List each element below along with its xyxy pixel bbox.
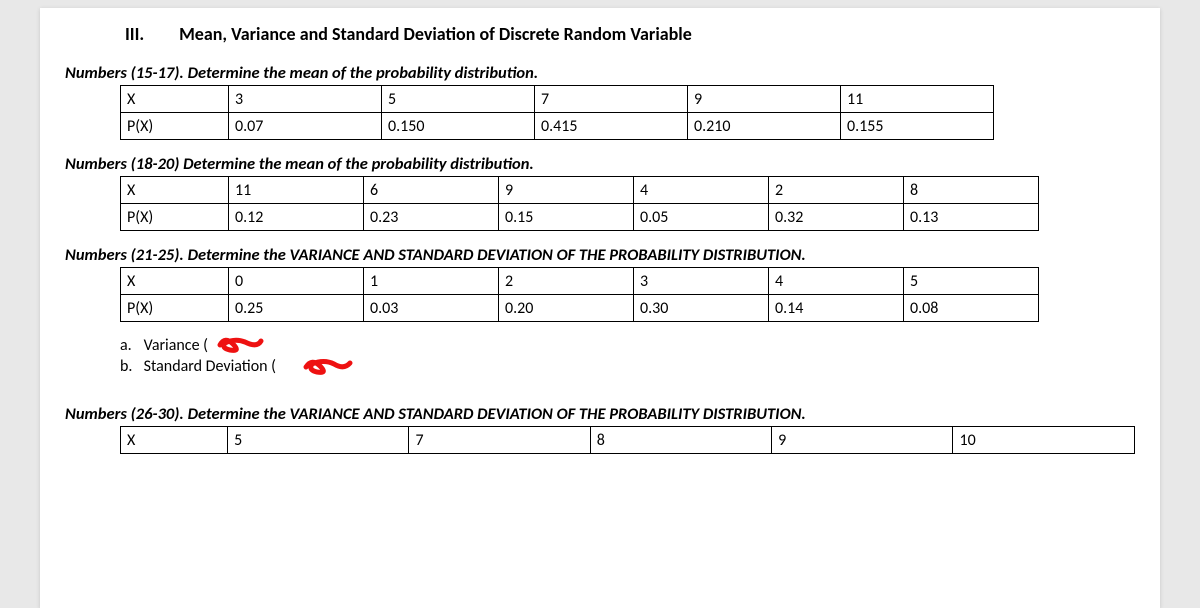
table-row: P(X) 0.12 0.23 0.15 0.05 0.32 0.13 xyxy=(121,204,1039,231)
cell: 7 xyxy=(535,86,688,113)
cell: 11 xyxy=(841,86,994,113)
cell: 2 xyxy=(769,177,904,204)
q4-table: X 5 7 8 9 10 xyxy=(120,426,1135,454)
cell: 1 xyxy=(364,268,499,295)
cell: 0.05 xyxy=(634,204,769,231)
cell: 9 xyxy=(772,427,953,454)
q2-table: X 11 6 9 4 2 8 P(X) 0.12 0.23 0.15 0.05 … xyxy=(120,176,1039,231)
cell-plabel: P(X) xyxy=(121,113,229,140)
table-row: X 5 7 8 9 10 xyxy=(121,427,1135,454)
cell: 0.23 xyxy=(364,204,499,231)
cell: 0.14 xyxy=(769,295,904,322)
cell: 0.150 xyxy=(382,113,535,140)
cell-xlabel: X xyxy=(121,86,229,113)
table-row: X 11 6 9 4 2 8 xyxy=(121,177,1039,204)
cell: 6 xyxy=(364,177,499,204)
q1-table: X 3 5 7 9 11 P(X) 0.07 0.150 0.415 0.210… xyxy=(120,85,994,140)
cell-plabel: P(X) xyxy=(121,204,229,231)
answer-b: b. Standard Deviation ( xyxy=(120,357,1135,376)
cell: 8 xyxy=(904,177,1039,204)
cell: 9 xyxy=(499,177,634,204)
cell: 0.15 xyxy=(499,204,634,231)
cell: 3 xyxy=(229,86,382,113)
q4-prompt: Numbers (26-30). Determine the VARIANCE … xyxy=(65,404,1135,424)
cell: 0.20 xyxy=(499,295,634,322)
cell: 5 xyxy=(904,268,1039,295)
cell: 0.12 xyxy=(229,204,364,231)
cell: 2 xyxy=(499,268,634,295)
table-row: P(X) 0.25 0.03 0.20 0.30 0.14 0.08 xyxy=(121,295,1039,322)
answer-a-text: Variance ( xyxy=(144,336,208,355)
cell: 0.30 xyxy=(634,295,769,322)
cell-xlabel: X xyxy=(121,177,229,204)
table-row: P(X) 0.07 0.150 0.415 0.210 0.155 xyxy=(121,113,994,140)
cell: 5 xyxy=(382,86,535,113)
cell: 0.155 xyxy=(841,113,994,140)
cell: 8 xyxy=(590,427,771,454)
red-scribble-icon xyxy=(215,334,265,356)
section-title: Mean, Variance and Standard Deviation of… xyxy=(179,23,692,45)
table-row: X 0 1 2 3 4 5 xyxy=(121,268,1039,295)
cell: 0 xyxy=(229,268,364,295)
cell-plabel: P(X) xyxy=(121,295,229,322)
q3-answers: a. Variance ( b. Standard Deviation ( xyxy=(120,336,1135,376)
q2-prompt: Numbers (18-20) Determine the mean of th… xyxy=(65,154,1135,174)
cell: 3 xyxy=(634,268,769,295)
cell-xlabel: X xyxy=(121,268,229,295)
cell: 0.415 xyxy=(535,113,688,140)
answer-b-letter: b. xyxy=(120,357,140,376)
q3-table: X 0 1 2 3 4 5 P(X) 0.25 0.03 0.20 0.30 0… xyxy=(120,267,1039,322)
red-scribble-icon xyxy=(300,355,355,377)
cell: 0.210 xyxy=(688,113,841,140)
cell: 4 xyxy=(769,268,904,295)
cell: 7 xyxy=(409,427,590,454)
q1-prompt: Numbers (15-17). Determine the mean of t… xyxy=(65,63,1135,83)
answer-b-text: Standard Deviation ( xyxy=(144,357,276,376)
cell: 10 xyxy=(953,427,1135,454)
cell: 0.25 xyxy=(229,295,364,322)
cell: 0.07 xyxy=(229,113,382,140)
cell: 11 xyxy=(229,177,364,204)
cell: 0.03 xyxy=(364,295,499,322)
q3-prompt: Numbers (21-25). Determine the VARIANCE … xyxy=(65,245,1135,265)
cell: 5 xyxy=(228,427,409,454)
answer-a: a. Variance ( xyxy=(120,336,1135,355)
cell: 4 xyxy=(634,177,769,204)
cell: 0.13 xyxy=(904,204,1039,231)
cell: 9 xyxy=(688,86,841,113)
cell: 0.32 xyxy=(769,204,904,231)
table-row: X 3 5 7 9 11 xyxy=(121,86,994,113)
cell-xlabel: X xyxy=(121,427,228,454)
section-heading: III. Mean, Variance and Standard Deviati… xyxy=(125,23,1135,45)
section-roman: III. xyxy=(125,23,175,45)
document-page: III. Mean, Variance and Standard Deviati… xyxy=(40,8,1160,608)
cell: 0.08 xyxy=(904,295,1039,322)
answer-a-letter: a. xyxy=(120,336,140,355)
